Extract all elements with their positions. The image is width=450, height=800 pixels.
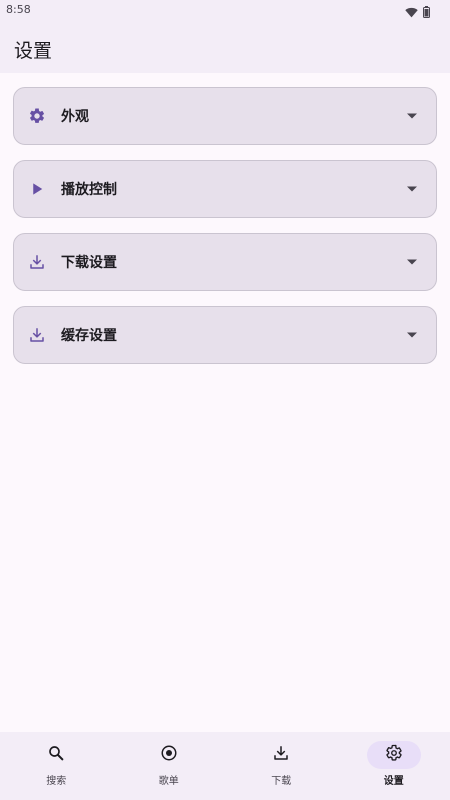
caret-down-icon — [406, 110, 418, 122]
download-icon — [272, 744, 290, 766]
status-time: 8:58 — [6, 3, 31, 16]
gear-icon — [385, 744, 403, 766]
nav-item-downloads[interactable]: 下载 — [225, 732, 338, 800]
gear-icon — [28, 107, 46, 125]
settings-card-download-settings[interactable]: 下载设置 — [13, 233, 437, 291]
nav-indicator — [142, 741, 196, 769]
settings-list: 外观 播放控制 下载设置 缓存设置 — [13, 87, 437, 379]
nav-item-search[interactable]: 搜索 — [0, 732, 113, 800]
settings-card-appearance[interactable]: 外观 — [13, 87, 437, 145]
top-app-bar: 设置 — [0, 20, 450, 73]
download-icon — [28, 253, 46, 271]
settings-card-label: 播放控制 — [61, 182, 117, 198]
nav-label: 歌单 — [158, 776, 179, 787]
nav-item-playlist[interactable]: 歌单 — [113, 732, 226, 800]
nav-active-indicator — [366, 741, 421, 769]
nav-indicator — [29, 741, 83, 769]
settings-card-label: 下载设置 — [61, 255, 117, 271]
caret-down-icon — [406, 329, 418, 341]
settings-card-label: 缓存设置 — [61, 328, 117, 344]
settings-card-label: 外观 — [61, 109, 89, 125]
caret-down-icon — [406, 256, 418, 268]
settings-card-cache-settings[interactable]: 缓存设置 — [13, 306, 437, 364]
search-icon — [47, 744, 65, 766]
bottom-navigation-bar: 搜索 歌单 下载 设置 — [0, 732, 450, 800]
nav-label: 下载 — [271, 776, 292, 787]
download-icon — [28, 326, 46, 344]
nav-indicator — [254, 741, 308, 769]
settings-card-playback-control[interactable]: 播放控制 — [13, 160, 437, 218]
caret-down-icon — [406, 183, 418, 195]
play-icon — [28, 180, 46, 198]
disc-icon — [160, 744, 178, 766]
nav-label: 搜索 — [46, 776, 67, 787]
status-bar: 8:58 — [0, 0, 450, 20]
page-title: 设置 — [14, 40, 53, 62]
nav-item-settings[interactable]: 设置 — [338, 732, 450, 800]
nav-label: 设置 — [383, 776, 404, 787]
